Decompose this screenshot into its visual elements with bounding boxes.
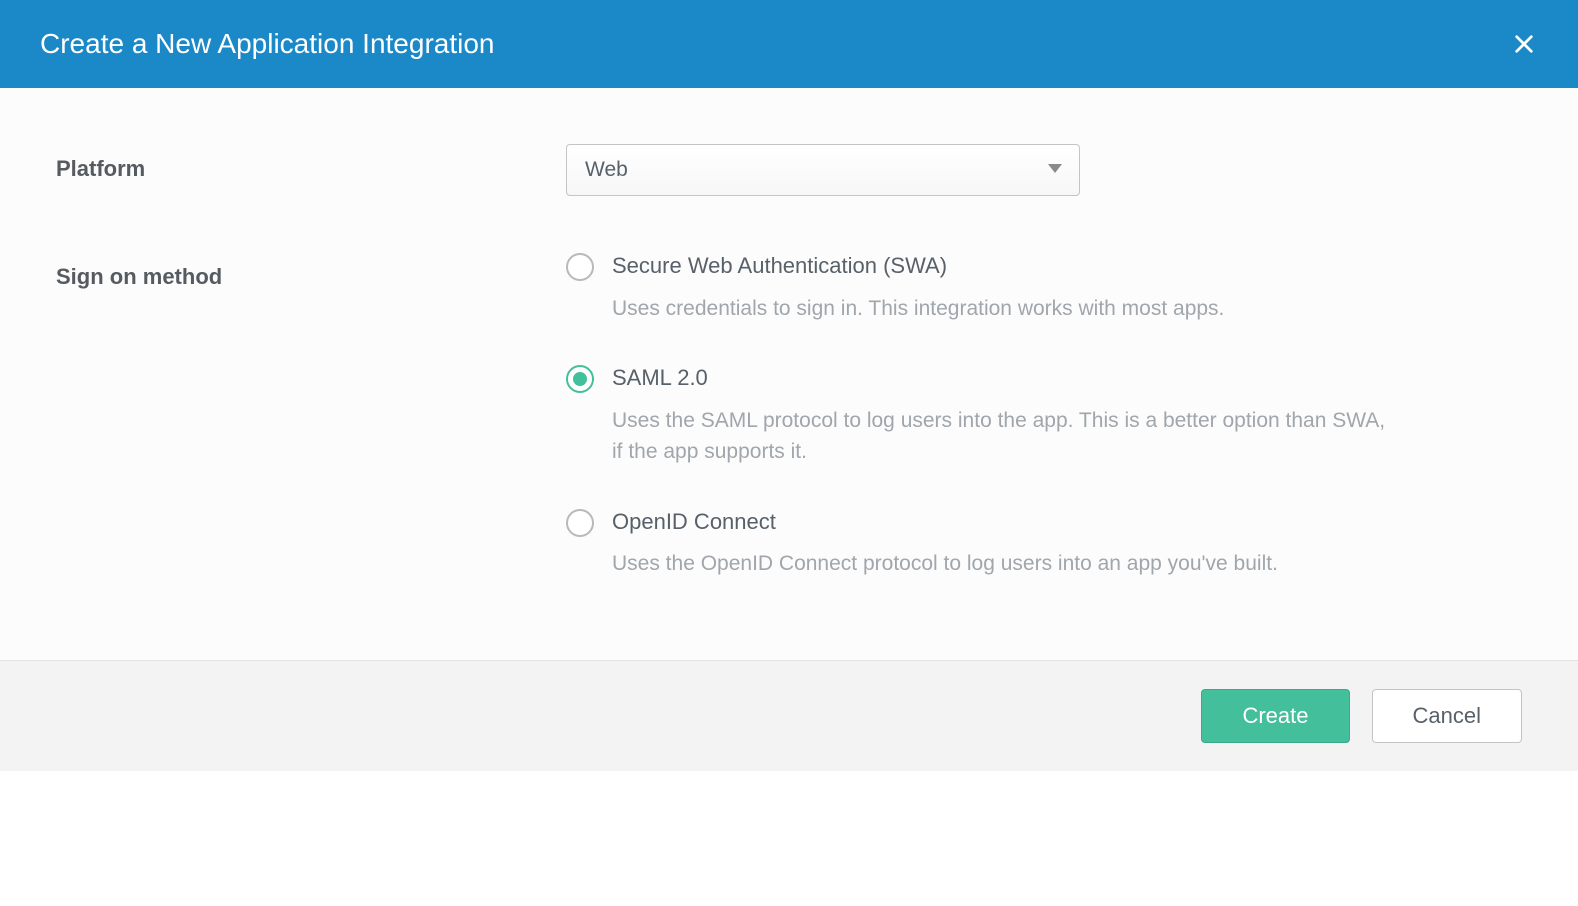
sign-on-row: Sign on method Secure Web Authentication… bbox=[56, 252, 1522, 580]
sign-on-radio-group: Secure Web Authentication (SWA) Uses cre… bbox=[566, 252, 1386, 580]
modal-title: Create a New Application Integration bbox=[40, 28, 495, 60]
platform-control: Web bbox=[566, 144, 1386, 196]
radio-content: OpenID Connect Uses the OpenID Connect p… bbox=[612, 508, 1386, 580]
radio-content: Secure Web Authentication (SWA) Uses cre… bbox=[612, 252, 1386, 324]
create-button[interactable]: Create bbox=[1201, 689, 1349, 743]
radio-dot-icon bbox=[573, 372, 587, 386]
platform-select-wrapper: Web bbox=[566, 144, 1080, 196]
radio-circle-selected bbox=[566, 365, 594, 393]
radio-content: SAML 2.0 Uses the SAML protocol to log u… bbox=[612, 364, 1386, 468]
modal-body: Platform Web Sign on method Secure Web A… bbox=[0, 88, 1578, 660]
sign-on-label: Sign on method bbox=[56, 252, 566, 290]
radio-option-swa[interactable]: Secure Web Authentication (SWA) Uses cre… bbox=[566, 252, 1386, 324]
modal-footer: Create Cancel bbox=[0, 660, 1578, 771]
radio-description: Uses credentials to sign in. This integr… bbox=[612, 293, 1386, 325]
radio-title: Secure Web Authentication (SWA) bbox=[612, 252, 1386, 281]
radio-title: SAML 2.0 bbox=[612, 364, 1386, 393]
radio-option-oidc[interactable]: OpenID Connect Uses the OpenID Connect p… bbox=[566, 508, 1386, 580]
radio-description: Uses the OpenID Connect protocol to log … bbox=[612, 548, 1386, 580]
radio-option-saml[interactable]: SAML 2.0 Uses the SAML protocol to log u… bbox=[566, 364, 1386, 468]
sign-on-control: Secure Web Authentication (SWA) Uses cre… bbox=[566, 252, 1386, 580]
radio-description: Uses the SAML protocol to log users into… bbox=[612, 405, 1386, 468]
close-button[interactable] bbox=[1510, 30, 1538, 58]
radio-circle bbox=[566, 509, 594, 537]
modal-header: Create a New Application Integration bbox=[0, 0, 1578, 88]
radio-circle bbox=[566, 253, 594, 281]
close-icon bbox=[1513, 33, 1535, 55]
platform-row: Platform Web bbox=[56, 144, 1522, 196]
platform-select[interactable]: Web bbox=[566, 144, 1080, 196]
radio-title: OpenID Connect bbox=[612, 508, 1386, 537]
platform-label: Platform bbox=[56, 144, 566, 182]
cancel-button[interactable]: Cancel bbox=[1372, 689, 1522, 743]
